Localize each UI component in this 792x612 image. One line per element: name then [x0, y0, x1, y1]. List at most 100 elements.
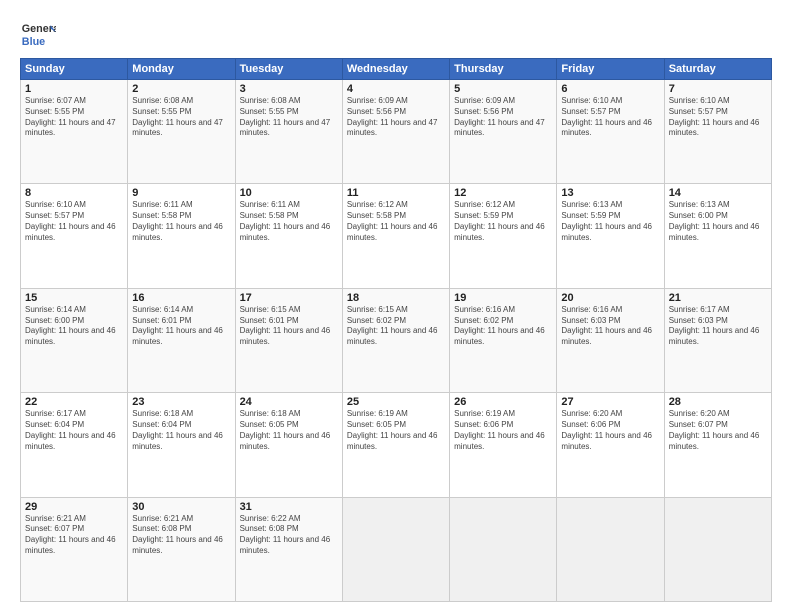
day-info: Sunrise: 6:15 AMSunset: 6:01 PMDaylight:…: [240, 305, 338, 348]
logo: General Blue: [20, 16, 56, 52]
calendar-cell: 11Sunrise: 6:12 AMSunset: 5:58 PMDayligh…: [342, 184, 449, 288]
day-number: 1: [25, 83, 123, 95]
calendar-cell: 3Sunrise: 6:08 AMSunset: 5:55 PMDaylight…: [235, 80, 342, 184]
calendar-cell: 25Sunrise: 6:19 AMSunset: 6:05 PMDayligh…: [342, 393, 449, 497]
day-info: Sunrise: 6:17 AMSunset: 6:04 PMDaylight:…: [25, 409, 123, 452]
day-number: 15: [25, 292, 123, 304]
calendar-week-2: 8Sunrise: 6:10 AMSunset: 5:57 PMDaylight…: [21, 184, 772, 288]
day-number: 31: [240, 501, 338, 513]
calendar-week-5: 29Sunrise: 6:21 AMSunset: 6:07 PMDayligh…: [21, 497, 772, 601]
calendar-cell: 2Sunrise: 6:08 AMSunset: 5:55 PMDaylight…: [128, 80, 235, 184]
day-info: Sunrise: 6:18 AMSunset: 6:05 PMDaylight:…: [240, 409, 338, 452]
calendar-cell: 27Sunrise: 6:20 AMSunset: 6:06 PMDayligh…: [557, 393, 664, 497]
calendar-cell: 24Sunrise: 6:18 AMSunset: 6:05 PMDayligh…: [235, 393, 342, 497]
day-info: Sunrise: 6:18 AMSunset: 6:04 PMDaylight:…: [132, 409, 230, 452]
day-number: 19: [454, 292, 552, 304]
weekday-header-row: SundayMondayTuesdayWednesdayThursdayFrid…: [21, 59, 772, 80]
day-info: Sunrise: 6:14 AMSunset: 6:01 PMDaylight:…: [132, 305, 230, 348]
day-info: Sunrise: 6:10 AMSunset: 5:57 PMDaylight:…: [669, 96, 767, 139]
calendar-cell: 15Sunrise: 6:14 AMSunset: 6:00 PMDayligh…: [21, 288, 128, 392]
day-number: 23: [132, 396, 230, 408]
day-info: Sunrise: 6:19 AMSunset: 6:05 PMDaylight:…: [347, 409, 445, 452]
day-info: Sunrise: 6:11 AMSunset: 5:58 PMDaylight:…: [132, 200, 230, 243]
day-info: Sunrise: 6:16 AMSunset: 6:02 PMDaylight:…: [454, 305, 552, 348]
calendar-cell: 7Sunrise: 6:10 AMSunset: 5:57 PMDaylight…: [664, 80, 771, 184]
calendar-cell: 31Sunrise: 6:22 AMSunset: 6:08 PMDayligh…: [235, 497, 342, 601]
page: General Blue SundayMondayTuesdayWednesda…: [0, 0, 792, 612]
day-number: 30: [132, 501, 230, 513]
day-info: Sunrise: 6:21 AMSunset: 6:08 PMDaylight:…: [132, 514, 230, 557]
day-number: 28: [669, 396, 767, 408]
day-number: 12: [454, 187, 552, 199]
weekday-sunday: Sunday: [21, 59, 128, 80]
day-info: Sunrise: 6:20 AMSunset: 6:06 PMDaylight:…: [561, 409, 659, 452]
day-number: 10: [240, 187, 338, 199]
day-info: Sunrise: 6:21 AMSunset: 6:07 PMDaylight:…: [25, 514, 123, 557]
day-info: Sunrise: 6:10 AMSunset: 5:57 PMDaylight:…: [561, 96, 659, 139]
day-number: 13: [561, 187, 659, 199]
calendar-cell: 14Sunrise: 6:13 AMSunset: 6:00 PMDayligh…: [664, 184, 771, 288]
day-number: 18: [347, 292, 445, 304]
day-info: Sunrise: 6:20 AMSunset: 6:07 PMDaylight:…: [669, 409, 767, 452]
calendar: SundayMondayTuesdayWednesdayThursdayFrid…: [20, 58, 772, 602]
weekday-saturday: Saturday: [664, 59, 771, 80]
weekday-friday: Friday: [557, 59, 664, 80]
day-number: 9: [132, 187, 230, 199]
calendar-cell: 4Sunrise: 6:09 AMSunset: 5:56 PMDaylight…: [342, 80, 449, 184]
day-number: 7: [669, 83, 767, 95]
calendar-cell: [557, 497, 664, 601]
calendar-cell: 5Sunrise: 6:09 AMSunset: 5:56 PMDaylight…: [450, 80, 557, 184]
calendar-week-1: 1Sunrise: 6:07 AMSunset: 5:55 PMDaylight…: [21, 80, 772, 184]
calendar-cell: 29Sunrise: 6:21 AMSunset: 6:07 PMDayligh…: [21, 497, 128, 601]
day-info: Sunrise: 6:11 AMSunset: 5:58 PMDaylight:…: [240, 200, 338, 243]
weekday-thursday: Thursday: [450, 59, 557, 80]
day-info: Sunrise: 6:15 AMSunset: 6:02 PMDaylight:…: [347, 305, 445, 348]
day-info: Sunrise: 6:22 AMSunset: 6:08 PMDaylight:…: [240, 514, 338, 557]
calendar-cell: 19Sunrise: 6:16 AMSunset: 6:02 PMDayligh…: [450, 288, 557, 392]
calendar-cell: 26Sunrise: 6:19 AMSunset: 6:06 PMDayligh…: [450, 393, 557, 497]
calendar-cell: 16Sunrise: 6:14 AMSunset: 6:01 PMDayligh…: [128, 288, 235, 392]
day-number: 21: [669, 292, 767, 304]
day-number: 5: [454, 83, 552, 95]
calendar-cell: 9Sunrise: 6:11 AMSunset: 5:58 PMDaylight…: [128, 184, 235, 288]
day-info: Sunrise: 6:08 AMSunset: 5:55 PMDaylight:…: [240, 96, 338, 139]
calendar-cell: 30Sunrise: 6:21 AMSunset: 6:08 PMDayligh…: [128, 497, 235, 601]
calendar-table: SundayMondayTuesdayWednesdayThursdayFrid…: [20, 58, 772, 602]
day-info: Sunrise: 6:13 AMSunset: 6:00 PMDaylight:…: [669, 200, 767, 243]
calendar-cell: 13Sunrise: 6:13 AMSunset: 5:59 PMDayligh…: [557, 184, 664, 288]
day-info: Sunrise: 6:16 AMSunset: 6:03 PMDaylight:…: [561, 305, 659, 348]
day-number: 29: [25, 501, 123, 513]
day-number: 14: [669, 187, 767, 199]
day-number: 27: [561, 396, 659, 408]
calendar-cell: 20Sunrise: 6:16 AMSunset: 6:03 PMDayligh…: [557, 288, 664, 392]
calendar-cell: 17Sunrise: 6:15 AMSunset: 6:01 PMDayligh…: [235, 288, 342, 392]
day-info: Sunrise: 6:12 AMSunset: 5:59 PMDaylight:…: [454, 200, 552, 243]
day-info: Sunrise: 6:08 AMSunset: 5:55 PMDaylight:…: [132, 96, 230, 139]
header: General Blue: [20, 16, 772, 52]
weekday-monday: Monday: [128, 59, 235, 80]
calendar-cell: 6Sunrise: 6:10 AMSunset: 5:57 PMDaylight…: [557, 80, 664, 184]
day-info: Sunrise: 6:12 AMSunset: 5:58 PMDaylight:…: [347, 200, 445, 243]
calendar-cell: 21Sunrise: 6:17 AMSunset: 6:03 PMDayligh…: [664, 288, 771, 392]
day-number: 25: [347, 396, 445, 408]
day-info: Sunrise: 6:19 AMSunset: 6:06 PMDaylight:…: [454, 409, 552, 452]
day-number: 16: [132, 292, 230, 304]
calendar-cell: 1Sunrise: 6:07 AMSunset: 5:55 PMDaylight…: [21, 80, 128, 184]
calendar-cell: [450, 497, 557, 601]
calendar-cell: [342, 497, 449, 601]
weekday-tuesday: Tuesday: [235, 59, 342, 80]
day-number: 26: [454, 396, 552, 408]
calendar-cell: 8Sunrise: 6:10 AMSunset: 5:57 PMDaylight…: [21, 184, 128, 288]
day-number: 8: [25, 187, 123, 199]
day-number: 24: [240, 396, 338, 408]
svg-text:Blue: Blue: [22, 36, 45, 48]
day-info: Sunrise: 6:09 AMSunset: 5:56 PMDaylight:…: [454, 96, 552, 139]
calendar-cell: 18Sunrise: 6:15 AMSunset: 6:02 PMDayligh…: [342, 288, 449, 392]
day-info: Sunrise: 6:10 AMSunset: 5:57 PMDaylight:…: [25, 200, 123, 243]
logo-icon: General Blue: [20, 16, 56, 52]
day-info: Sunrise: 6:14 AMSunset: 6:00 PMDaylight:…: [25, 305, 123, 348]
day-number: 2: [132, 83, 230, 95]
calendar-cell: 22Sunrise: 6:17 AMSunset: 6:04 PMDayligh…: [21, 393, 128, 497]
day-number: 6: [561, 83, 659, 95]
day-info: Sunrise: 6:07 AMSunset: 5:55 PMDaylight:…: [25, 96, 123, 139]
